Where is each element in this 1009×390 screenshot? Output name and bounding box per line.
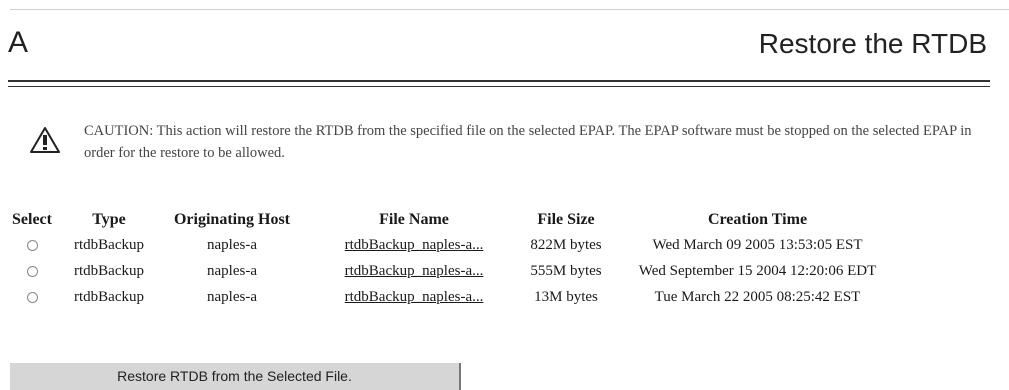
creation-time-cell: Wed March 09 2005 13:53:05 EST (652, 236, 863, 253)
select-cell (0, 284, 64, 310)
file-name-cell: rtdbBackup_naples-a... (310, 284, 518, 310)
select-radio[interactable] (26, 239, 38, 251)
table-row: rtdbBackup naples-a rtdbBackup_naples-a.… (0, 284, 901, 310)
column-header-type: Type (92, 211, 126, 228)
file-name-link[interactable]: rtdbBackup_naples-a... (345, 263, 484, 279)
column-header-file-name: File Name (379, 211, 449, 228)
creation-time-cell: Wed September 15 2004 12:20:06 EDT (638, 262, 877, 279)
title-rule (8, 80, 990, 82)
column-header-originating-host: Originating Host (173, 211, 290, 228)
table-header-row: Select Type Originating Host File Name F… (0, 208, 901, 232)
column-header-select: Select (12, 211, 52, 228)
column-header-creation-time: Creation Time (707, 211, 808, 228)
restore-rtdb-button[interactable]: Restore RTDB from the Selected File. (10, 363, 461, 390)
table-row: rtdbBackup naples-a rtdbBackup_naples-a.… (0, 232, 901, 258)
backup-files-table: Select Type Originating Host File Name F… (0, 208, 901, 310)
file-size-cell: 822M bytes (530, 236, 602, 253)
host-cell: naples-a (207, 236, 257, 253)
file-name-cell: rtdbBackup_naples-a... (310, 258, 518, 284)
caution-text: CAUTION: This action will restore the RT… (84, 123, 972, 161)
title-rule-secondary (8, 86, 990, 87)
type-cell: rtdbBackup (74, 262, 144, 279)
host-cell: naples-a (207, 262, 257, 279)
warning-triangle-icon (30, 127, 60, 153)
file-size-cell: 555M bytes (530, 262, 602, 279)
creation-time-cell: Tue March 22 2005 08:25:42 EST (654, 288, 861, 305)
file-name-cell: rtdbBackup_naples-a... (310, 232, 518, 258)
host-cell: naples-a (207, 288, 257, 305)
table-row: rtdbBackup naples-a rtdbBackup_naples-a.… (0, 258, 901, 284)
page-title: Restore the RTDB (758, 28, 987, 59)
file-size-cell: 13M bytes (534, 288, 598, 305)
type-cell: rtdbBackup (74, 288, 144, 305)
top-divider (10, 9, 1009, 10)
file-name-link[interactable]: rtdbBackup_naples-a... (345, 237, 484, 253)
file-name-link[interactable]: rtdbBackup_naples-a... (345, 289, 484, 305)
column-header-file-size: File Size (537, 211, 595, 228)
type-cell: rtdbBackup (74, 236, 144, 253)
section-letter: A (8, 26, 29, 59)
select-radio[interactable] (26, 265, 38, 277)
select-cell (0, 258, 64, 284)
select-radio[interactable] (26, 291, 38, 303)
select-cell (0, 232, 64, 258)
